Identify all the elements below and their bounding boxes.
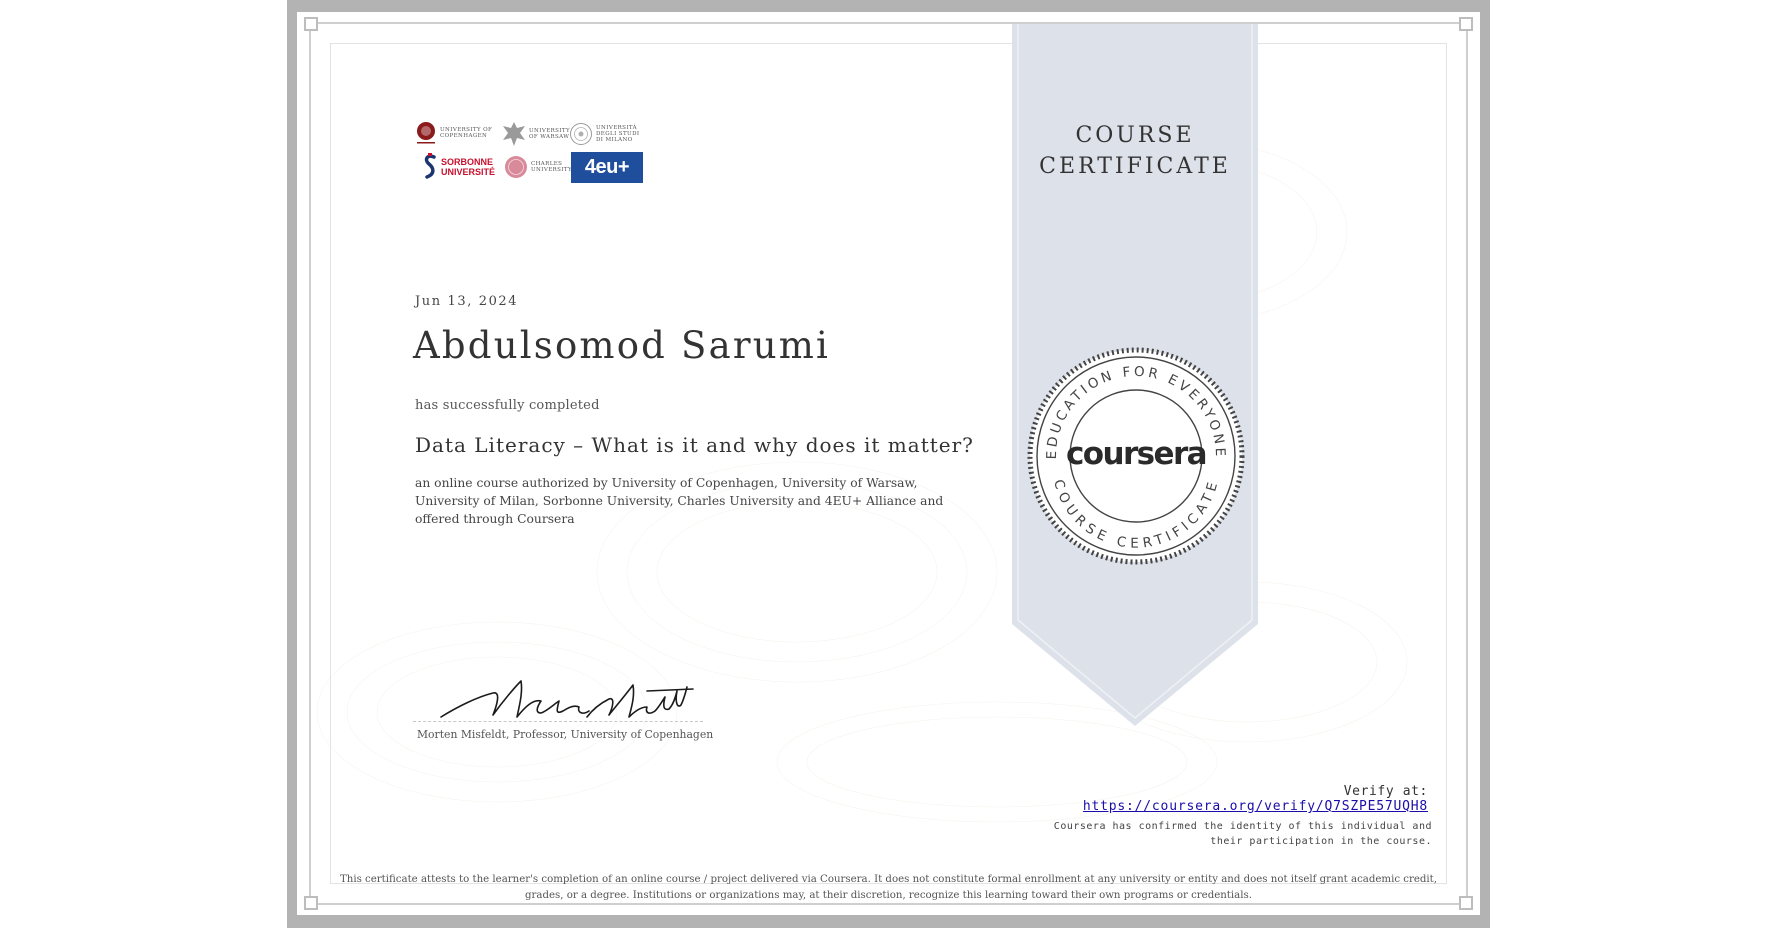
copenhagen-seal-icon: [417, 122, 435, 144]
university-logos: University of Copenhagen University of W…: [415, 120, 665, 200]
verification-block: Verify at: https://coursera.org/verify/Q…: [1083, 784, 1428, 814]
warsaw-logo-line2: of Warsaw: [529, 134, 570, 140]
sorbonne-logo-line2: UNIVERSITÉ: [441, 167, 496, 177]
completion-statement: has successfully completed: [415, 398, 600, 413]
verify-label: Verify at:: [1343, 784, 1428, 799]
sorbonne-s-icon: [424, 153, 436, 179]
ribbon-title: COURSE CERTIFICATE: [1012, 120, 1258, 182]
certificate-page: University of Copenhagen University of W…: [297, 12, 1480, 915]
4eu-logo: 4eu+: [571, 152, 643, 183]
charles-seal-icon: [505, 156, 527, 178]
copenhagen-logo-line2: Copenhagen: [440, 133, 488, 139]
signature-image: [440, 680, 694, 718]
warsaw-eagle-icon: [503, 122, 525, 146]
charles-logo: Charles University: [504, 155, 572, 179]
ribbon-title-line2: CERTIFICATE: [1039, 154, 1231, 179]
course-title: Data Literacy – What is it and why does …: [415, 433, 974, 457]
milan-seal-icon: [570, 123, 592, 145]
certificate-disclaimer: This certificate attests to the learner'…: [339, 874, 1438, 901]
copenhagen-logo: University of Copenhagen: [415, 120, 492, 146]
signer-name-title: Morten Misfeldt, Professor, University o…: [417, 728, 714, 741]
milan-logo: Università degli studi di Milano: [569, 122, 639, 146]
certificate-outer-border: University of Copenhagen University of W…: [287, 0, 1490, 928]
verification-note: Coursera has confirmed the identity of t…: [1053, 821, 1432, 847]
certificate-date: Jun 13, 2024: [415, 294, 519, 309]
sorbonne-logo-line1: SORBONNE: [441, 157, 494, 167]
course-description: an online course authorized by Universit…: [415, 476, 944, 526]
ribbon-title-line1: COURSE: [1075, 123, 1195, 148]
charles-logo-line2: University: [531, 167, 572, 173]
signature-line: [413, 721, 703, 722]
verify-link[interactable]: https://coursera.org/verify/Q7SZPE57UQH8: [1083, 799, 1428, 814]
warsaw-logo: University of Warsaw: [501, 120, 570, 148]
coursera-logo-text: coursera: [1066, 436, 1208, 472]
sorbonne-logo: SORBONNE UNIVERSITÉ: [423, 153, 495, 181]
milan-logo-line3: di Milano: [596, 137, 633, 143]
recipient-name: Abdulsomod Sarumi: [413, 324, 831, 367]
